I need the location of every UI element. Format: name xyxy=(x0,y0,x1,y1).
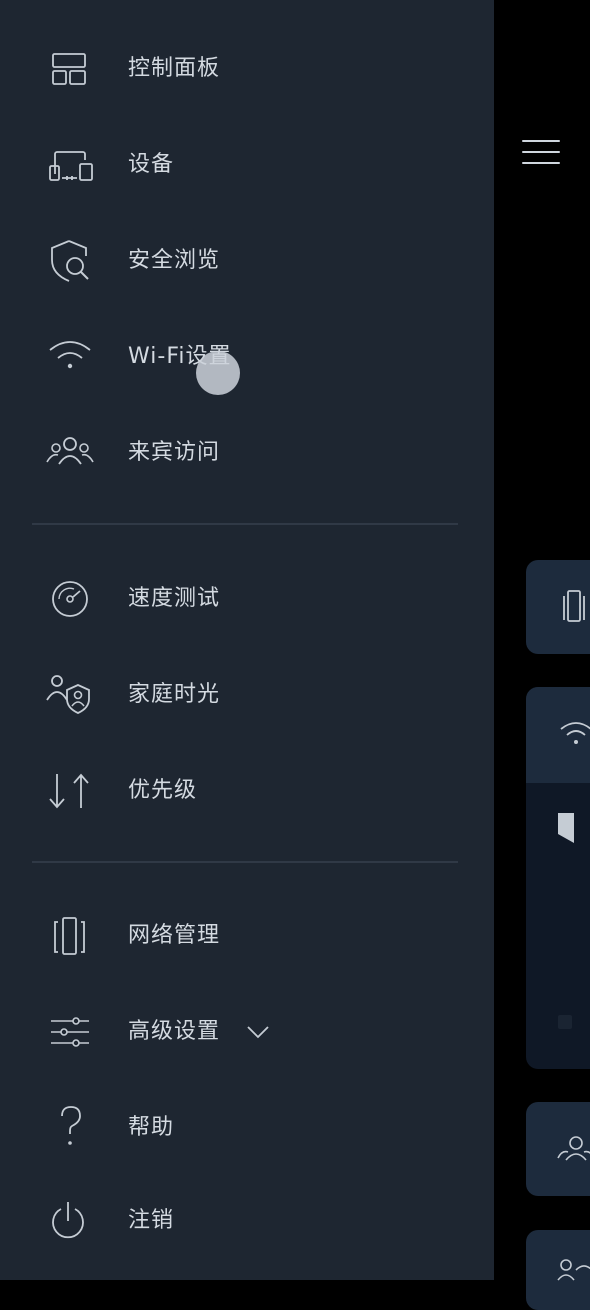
shield-search-icon xyxy=(40,236,100,286)
menu-item-guest-access[interactable]: 来宾访问 xyxy=(0,413,494,493)
menu-item-dashboard[interactable]: 控制面板 xyxy=(0,29,494,109)
priority-arrows-icon xyxy=(40,766,100,816)
menu-item-label: 高级设置 xyxy=(128,1019,221,1044)
background-wifi-card[interactable] xyxy=(526,687,590,1069)
menu-item-speed-test[interactable]: 速度测试 xyxy=(0,559,494,639)
menu-item-safe-browsing[interactable]: 安全浏览 xyxy=(0,221,494,301)
menu-item-help[interactable]: 帮助 xyxy=(0,1088,494,1168)
background-network-card[interactable] xyxy=(526,560,590,654)
navigation-drawer: 控制面板 设备 安全浏览 Wi-Fi设置 来宾访问 速度测试 家庭时光 优先级 … xyxy=(0,0,494,1280)
network-node-icon xyxy=(40,911,100,961)
wifi-icon xyxy=(40,332,100,382)
speedometer-icon xyxy=(40,574,100,624)
menu-item-wifi-settings[interactable]: Wi-Fi设置 xyxy=(0,317,494,397)
parental-control-icon xyxy=(40,670,100,720)
background-family-card[interactable] xyxy=(526,1230,590,1310)
menu-item-advanced-settings[interactable]: 高级设置 xyxy=(0,992,494,1072)
sliders-icon xyxy=(40,1007,100,1057)
menu-item-label: 安全浏览 xyxy=(128,248,221,273)
menu-item-label: 注销 xyxy=(128,1208,175,1233)
parental-control-icon xyxy=(557,1259,590,1281)
menu-item-family-time[interactable]: 家庭时光 xyxy=(0,655,494,735)
menu-item-label: 家庭时光 xyxy=(128,682,221,707)
chevron-down-icon[interactable] xyxy=(246,1024,270,1040)
wifi-icon xyxy=(560,722,590,744)
divider xyxy=(32,861,458,863)
divider xyxy=(32,523,458,525)
touch-indicator xyxy=(196,351,240,395)
background-guest-card[interactable] xyxy=(526,1102,590,1196)
menu-item-label: 控制面板 xyxy=(128,56,221,81)
devices-icon xyxy=(40,140,100,190)
power-icon xyxy=(40,1196,100,1246)
guest-access-icon xyxy=(40,428,100,478)
menu-item-devices[interactable]: 设备 xyxy=(0,125,494,205)
menu-item-label: 帮助 xyxy=(128,1115,175,1140)
help-icon xyxy=(40,1103,100,1153)
guest-access-icon xyxy=(557,1136,590,1161)
menu-item-label: 优先级 xyxy=(128,778,198,803)
network-node-icon xyxy=(563,590,585,622)
menu-item-network-management[interactable]: 网络管理 xyxy=(0,896,494,976)
menu-item-priority[interactable]: 优先级 xyxy=(0,751,494,831)
hamburger-menu-icon[interactable] xyxy=(522,138,562,168)
dashboard-icon xyxy=(40,44,100,94)
menu-item-logout[interactable]: 注销 xyxy=(0,1181,494,1261)
menu-item-label: 来宾访问 xyxy=(128,440,221,465)
menu-item-label: 网络管理 xyxy=(128,923,221,948)
device-thumbnail xyxy=(558,813,574,843)
menu-item-label: 速度测试 xyxy=(128,586,221,611)
menu-item-label: 设备 xyxy=(128,152,175,177)
